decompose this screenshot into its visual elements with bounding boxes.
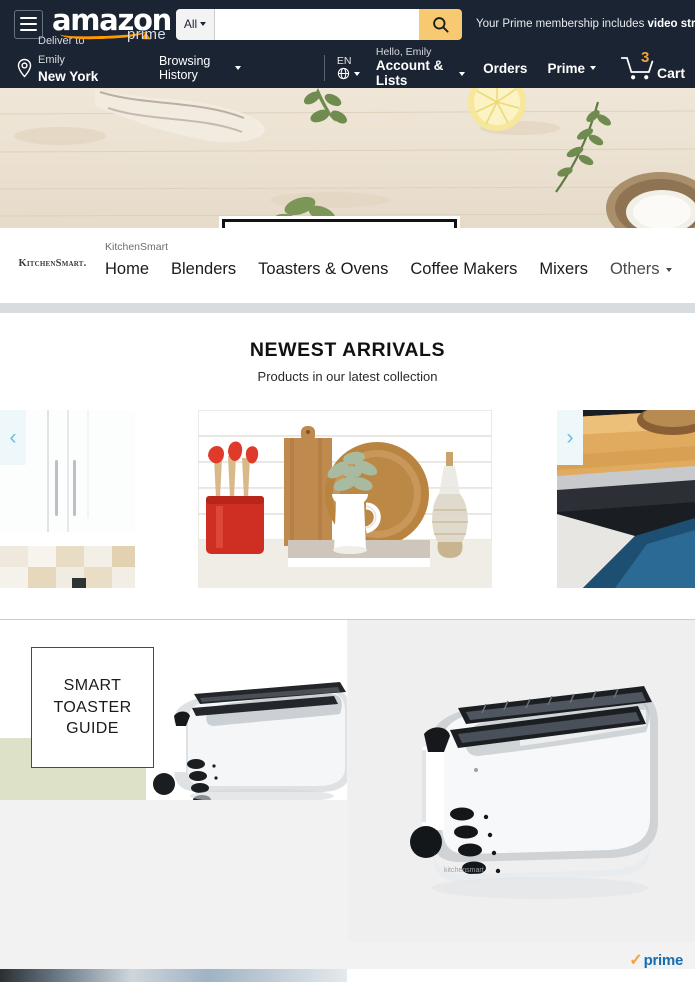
lower-content-section: SMART TOASTER GUIDE kitchensmart ✓ prime — [0, 619, 695, 982]
carousel-prev-button[interactable]: ‹ — [0, 410, 26, 465]
account-label: Account & Lists — [375, 57, 444, 88]
cart-item-count: 3 — [640, 48, 650, 66]
nav-item-coffee-makers-label: Coffee Makers — [410, 260, 518, 278]
globe-icon — [337, 67, 350, 80]
product-image-panel[interactable]: kitchensmart — [348, 620, 695, 942]
prime-message-plain: Your Prime membership includes — [476, 18, 648, 30]
video-title-line-2: TOASTER — [53, 698, 132, 716]
nav-item-blenders[interactable]: Blenders — [171, 260, 236, 279]
video-title-line-3: GUIDE — [66, 720, 119, 738]
browsing-history-menu[interactable]: Browsing History — [158, 54, 242, 82]
globe-icon-row — [337, 67, 360, 80]
brand-nav-right: KitchenSmart Home Blenders Toasters & Ov… — [105, 228, 672, 279]
carousel-slide-center[interactable] — [198, 410, 492, 588]
bottom-image-left — [0, 969, 347, 982]
chevron-right-icon: › — [566, 425, 574, 449]
video-title-line-1: SMART — [63, 677, 122, 695]
search-input[interactable] — [215, 8, 419, 40]
header-divider — [324, 55, 325, 81]
product-carousel: ‹ › — [0, 410, 695, 588]
nav-item-home-label: Home — [105, 260, 150, 278]
nav-item-toasters-ovens[interactable]: Toasters & Ovens — [258, 260, 388, 279]
prime-menu-label: Prime — [547, 60, 585, 76]
cart-button[interactable]: 3 Cart — [620, 49, 685, 82]
chevron-down-icon — [459, 71, 466, 76]
search-category-label: All — [183, 17, 198, 31]
search-bar[interactable]: All — [176, 8, 462, 40]
browsing-history-label: Browsing History — [158, 54, 211, 82]
carousel-slide-left[interactable]: ‹ — [0, 410, 135, 588]
brand-logo-text: KitchenSmart. — [18, 258, 87, 269]
header-bottom-row: Deliver to Emily New York 10001 Browsing… — [0, 35, 695, 102]
nav-item-toasters-ovens-label: Toasters & Ovens — [258, 260, 389, 278]
toaster-thumbnail-image — [153, 682, 347, 800]
video-thumbnail[interactable]: SMART TOASTER GUIDE — [0, 620, 347, 800]
video-title-card: SMART TOASTER GUIDE — [31, 647, 154, 768]
nav-item-coffee-makers[interactable]: Coffee Makers — [410, 260, 517, 279]
carousel-next-button[interactable]: › — [557, 410, 583, 465]
chevron-left-icon: ‹ — [9, 425, 17, 449]
nav-item-others-label: Others — [609, 260, 660, 278]
orders-link[interactable]: Orders — [483, 61, 527, 76]
brand-logo[interactable]: KitchenSmart. — [0, 228, 105, 269]
toaster-product-image: kitchensmart — [348, 620, 695, 942]
nav-item-mixers-label: Mixers — [539, 260, 588, 278]
cart-label: Cart — [656, 64, 685, 81]
account-and-lists-menu[interactable]: Hello, Emily Account & Lists — [375, 47, 466, 89]
chevron-down-icon — [665, 267, 672, 272]
prime-badge: ✓ prime — [629, 952, 684, 969]
language-label: EN — [336, 54, 352, 67]
amazon-prime-logo[interactable]: amazon prime — [52, 4, 172, 44]
chevron-down-icon — [235, 66, 242, 70]
hero-text-box — [219, 216, 460, 228]
brand-menu: Home Blenders Toasters & Ovens Coffee Ma… — [105, 260, 672, 279]
chevron-down-icon — [353, 71, 360, 76]
section-title: NEWEST ARRIVALS — [249, 339, 446, 361]
location-pin-icon — [16, 58, 33, 78]
nav-item-blenders-label: Blenders — [171, 260, 237, 278]
prime-badge-text: prime — [643, 952, 684, 969]
prime-menu[interactable]: Prime — [547, 61, 596, 76]
prime-membership-message: Your Prime membership includes video str… — [476, 18, 695, 30]
search-icon — [433, 16, 449, 33]
bottom-image-right — [347, 969, 695, 982]
account-label-row: Account & Lists — [375, 57, 466, 89]
svg-text:kitchensmart: kitchensmart — [444, 867, 484, 874]
section-divider-bar — [0, 303, 695, 313]
newest-arrivals-section: NEWEST ARRIVALS Products in our latest c… — [0, 313, 695, 588]
shopping-cart-icon — [620, 56, 654, 79]
brand-name-label: KitchenSmart — [105, 241, 169, 253]
bottom-cutoff-images — [0, 969, 695, 982]
prime-check-icon: ✓ — [629, 952, 643, 969]
brand-navigation: KitchenSmart. KitchenSmart Home Blenders… — [0, 228, 695, 303]
search-category-select[interactable]: All — [176, 8, 215, 40]
kitchen-utensils-image — [198, 410, 492, 588]
prime-message-bold: video streaming — [647, 18, 695, 30]
chevron-down-icon — [200, 22, 207, 26]
header-top-row: amazon prime All Your Prime membership i… — [0, 0, 695, 48]
search-button[interactable] — [419, 8, 462, 40]
hero-background-image — [0, 88, 695, 228]
hero-banner — [0, 88, 695, 228]
chevron-down-icon — [589, 66, 596, 70]
site-header: amazon prime All Your Prime membership i… — [0, 0, 695, 102]
amazon-prime-subtext: prime — [126, 26, 166, 43]
section-subtitle: Products in our latest collection — [257, 369, 438, 384]
carousel-slide-right[interactable]: › — [557, 410, 695, 588]
nav-item-home[interactable]: Home — [105, 260, 149, 279]
nav-item-mixers[interactable]: Mixers — [539, 260, 588, 279]
page-root: amazon prime All Your Prime membership i… — [0, 0, 695, 991]
nav-item-others[interactable]: Others — [610, 260, 672, 279]
language-selector[interactable]: EN — [336, 54, 360, 80]
